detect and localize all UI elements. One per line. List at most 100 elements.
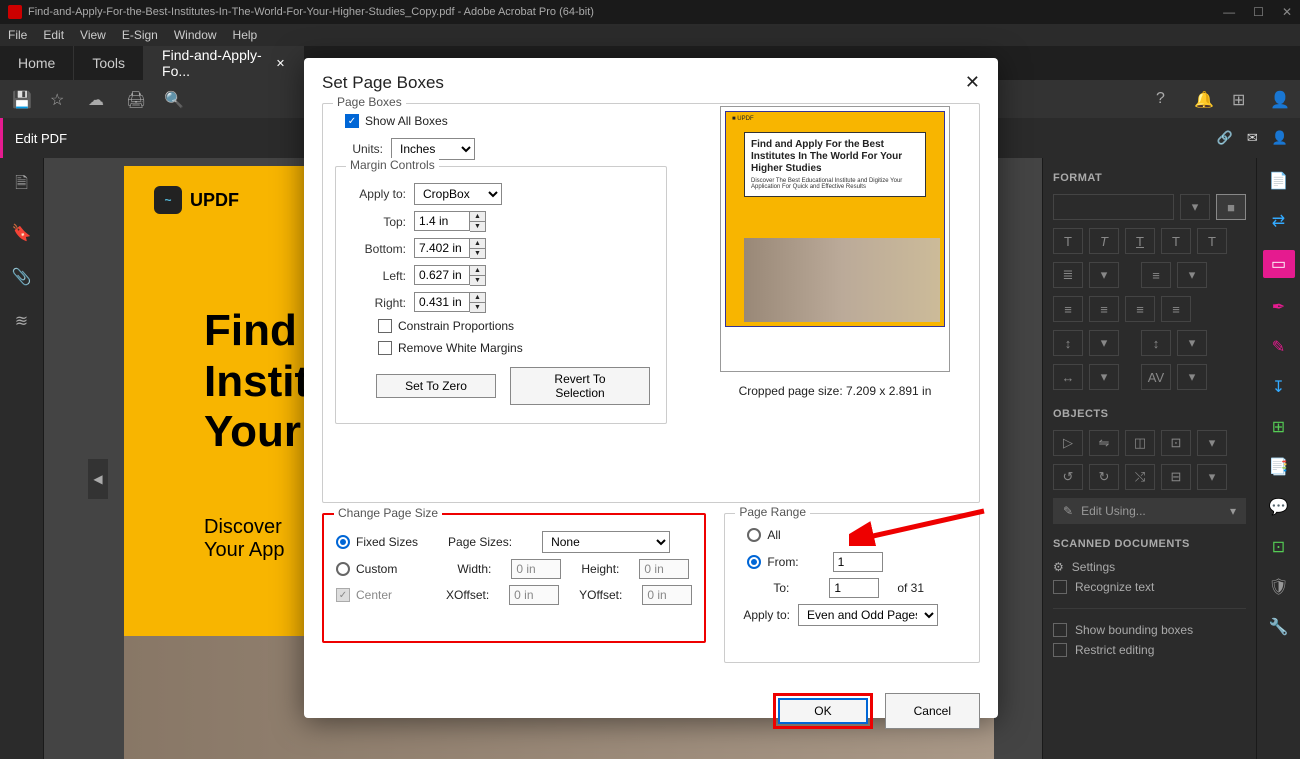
arrange-button[interactable]: ⊡ xyxy=(1161,430,1191,456)
top-spinner[interactable]: ▲▼ xyxy=(470,211,486,232)
cancel-button[interactable]: Cancel xyxy=(885,693,980,729)
menu-edit[interactable]: Edit xyxy=(43,28,64,42)
arrange-menu[interactable]: ▾ xyxy=(1197,430,1227,456)
export-tool-icon[interactable]: ↧ xyxy=(1268,376,1290,398)
zoom-icon[interactable]: 🔍 xyxy=(164,90,182,108)
to-input[interactable] xyxy=(829,578,879,598)
bell-icon[interactable]: 🔔 xyxy=(1194,90,1212,108)
right-input[interactable] xyxy=(414,292,470,312)
line-spacing-menu[interactable]: ▾ xyxy=(1089,330,1119,356)
tab-tools[interactable]: Tools xyxy=(74,46,144,80)
apply-to-select[interactable]: CropBox xyxy=(414,183,502,205)
underline-button[interactable]: T xyxy=(1125,228,1155,254)
create-pdf-tool-icon[interactable]: 📄 xyxy=(1268,170,1290,192)
paragraph-spacing-menu[interactable]: ▾ xyxy=(1177,330,1207,356)
align-objects-menu[interactable]: ▾ xyxy=(1197,464,1227,490)
left-spinner[interactable]: ▲▼ xyxy=(470,265,486,286)
maximize-button[interactable]: ☐ xyxy=(1253,5,1264,19)
thumbnails-icon[interactable]: 🗎 xyxy=(15,172,28,199)
units-select[interactable]: Inches xyxy=(391,138,475,160)
italic-button[interactable]: T xyxy=(1089,228,1119,254)
align-left-button[interactable]: ≡ xyxy=(1053,296,1083,322)
range-apply-select[interactable]: Even and Odd Pages xyxy=(798,604,938,626)
numbered-list-menu[interactable]: ▾ xyxy=(1177,262,1207,288)
paragraph-spacing-button[interactable]: ↕ xyxy=(1141,330,1171,356)
numbered-list-button[interactable]: ≡ xyxy=(1141,262,1171,288)
dialog-close-button[interactable]: ✕ xyxy=(965,72,980,93)
strike-button[interactable]: T xyxy=(1161,228,1191,254)
character-spacing-menu[interactable]: ▾ xyxy=(1177,364,1207,390)
remove-white-margins-checkbox[interactable] xyxy=(378,341,392,355)
crop-button[interactable]: ◫ xyxy=(1125,430,1155,456)
tab-document[interactable]: Find-and-Apply-Fo... ✕ xyxy=(144,46,304,80)
fill-sign-tool-icon[interactable]: ✎ xyxy=(1268,336,1290,358)
font-size-dropdown[interactable]: ▾ xyxy=(1180,194,1210,220)
bottom-input[interactable] xyxy=(414,238,470,258)
apps-icon[interactable]: ⊞ xyxy=(1232,90,1250,108)
all-radio[interactable] xyxy=(747,528,761,542)
more-tools-icon[interactable]: 🔧 xyxy=(1268,616,1290,638)
prev-page-button[interactable]: ◀ xyxy=(88,459,108,499)
edit-pdf-tool-icon[interactable]: ▭ xyxy=(1263,250,1295,278)
bullet-list-button[interactable]: ≣ xyxy=(1053,262,1083,288)
set-to-zero-button[interactable]: Set To Zero xyxy=(376,374,496,398)
menu-esign[interactable]: E-Sign xyxy=(122,28,158,42)
bottom-spinner[interactable]: ▲▼ xyxy=(470,238,486,259)
send-comments-tool-icon[interactable]: 📑 xyxy=(1268,456,1290,478)
attachment-icon[interactable]: 📎 xyxy=(12,267,32,287)
from-input[interactable] xyxy=(833,552,883,572)
combine-tool-icon[interactable]: ⇄ xyxy=(1268,210,1290,232)
superscript-button[interactable]: T xyxy=(1197,228,1227,254)
horizontal-scale-button[interactable]: ↔ xyxy=(1053,364,1083,390)
menu-view[interactable]: View xyxy=(80,28,106,42)
ok-button[interactable]: OK xyxy=(778,698,867,724)
bold-button[interactable]: T xyxy=(1053,228,1083,254)
bookmark-icon[interactable]: 🔖 xyxy=(12,223,32,243)
align-center-button[interactable]: ≡ xyxy=(1089,296,1119,322)
sign-tool-icon[interactable]: ✒ xyxy=(1268,296,1290,318)
page-sizes-select[interactable]: None xyxy=(542,531,670,553)
custom-radio[interactable] xyxy=(336,562,350,576)
secondary-toolbar-mail-icon[interactable]: ✉ xyxy=(1247,130,1258,146)
help-icon[interactable]: ? xyxy=(1156,90,1174,108)
line-spacing-button[interactable]: ↕ xyxy=(1053,330,1083,356)
horizontal-scale-menu[interactable]: ▾ xyxy=(1089,364,1119,390)
menu-window[interactable]: Window xyxy=(174,28,217,42)
save-icon[interactable]: 💾 xyxy=(12,90,30,108)
constrain-proportions-checkbox[interactable] xyxy=(378,319,392,333)
star-icon[interactable]: ☆ xyxy=(50,90,68,108)
from-radio[interactable] xyxy=(747,555,761,569)
left-input[interactable] xyxy=(414,265,470,285)
comment-tool-icon[interactable]: 💬 xyxy=(1268,496,1290,518)
restrict-editing-checkbox[interactable] xyxy=(1053,643,1067,657)
fixed-sizes-radio[interactable] xyxy=(336,535,350,549)
show-all-boxes-checkbox[interactable]: ✓ xyxy=(345,114,359,128)
settings-link[interactable]: ⚙ Settings xyxy=(1053,560,1246,574)
align-right-button[interactable]: ≡ xyxy=(1125,296,1155,322)
minimize-button[interactable]: — xyxy=(1223,5,1235,19)
bullet-list-menu[interactable]: ▾ xyxy=(1089,262,1119,288)
font-dropdown[interactable] xyxy=(1053,194,1174,220)
edit-using-dropdown[interactable]: ✎ Edit Using... ▾ xyxy=(1053,498,1246,524)
secondary-toolbar-link-icon[interactable]: 🔗 xyxy=(1217,130,1233,146)
tab-home[interactable]: Home xyxy=(0,46,74,80)
secondary-toolbar-user-icon[interactable]: 👤 xyxy=(1272,130,1288,146)
recognize-text-checkbox[interactable] xyxy=(1053,580,1067,594)
right-spinner[interactable]: ▲▼ xyxy=(470,292,486,313)
revert-to-selection-button[interactable]: Revert To Selection xyxy=(510,367,650,405)
character-spacing-button[interactable]: AV xyxy=(1141,364,1171,390)
color-swatch[interactable]: ■ xyxy=(1216,194,1246,220)
menu-file[interactable]: File xyxy=(8,28,27,42)
tab-close-icon[interactable]: ✕ xyxy=(276,57,285,70)
account-icon[interactable]: 👤 xyxy=(1270,90,1288,108)
layers-icon[interactable]: ≋ xyxy=(15,311,28,331)
flip-horizontal-button[interactable]: ⇋ xyxy=(1089,430,1119,456)
organize-tool-icon[interactable]: ⊞ xyxy=(1268,416,1290,438)
print-icon[interactable]: 🖨 xyxy=(126,90,144,108)
scan-tool-icon[interactable]: ⊡ xyxy=(1268,536,1290,558)
rotate-right-button[interactable]: ↻ xyxy=(1089,464,1119,490)
close-window-button[interactable]: ✕ xyxy=(1282,5,1292,19)
rotate-left-button[interactable]: ↺ xyxy=(1053,464,1083,490)
show-bounding-checkbox[interactable] xyxy=(1053,623,1067,637)
top-input[interactable] xyxy=(414,211,470,231)
